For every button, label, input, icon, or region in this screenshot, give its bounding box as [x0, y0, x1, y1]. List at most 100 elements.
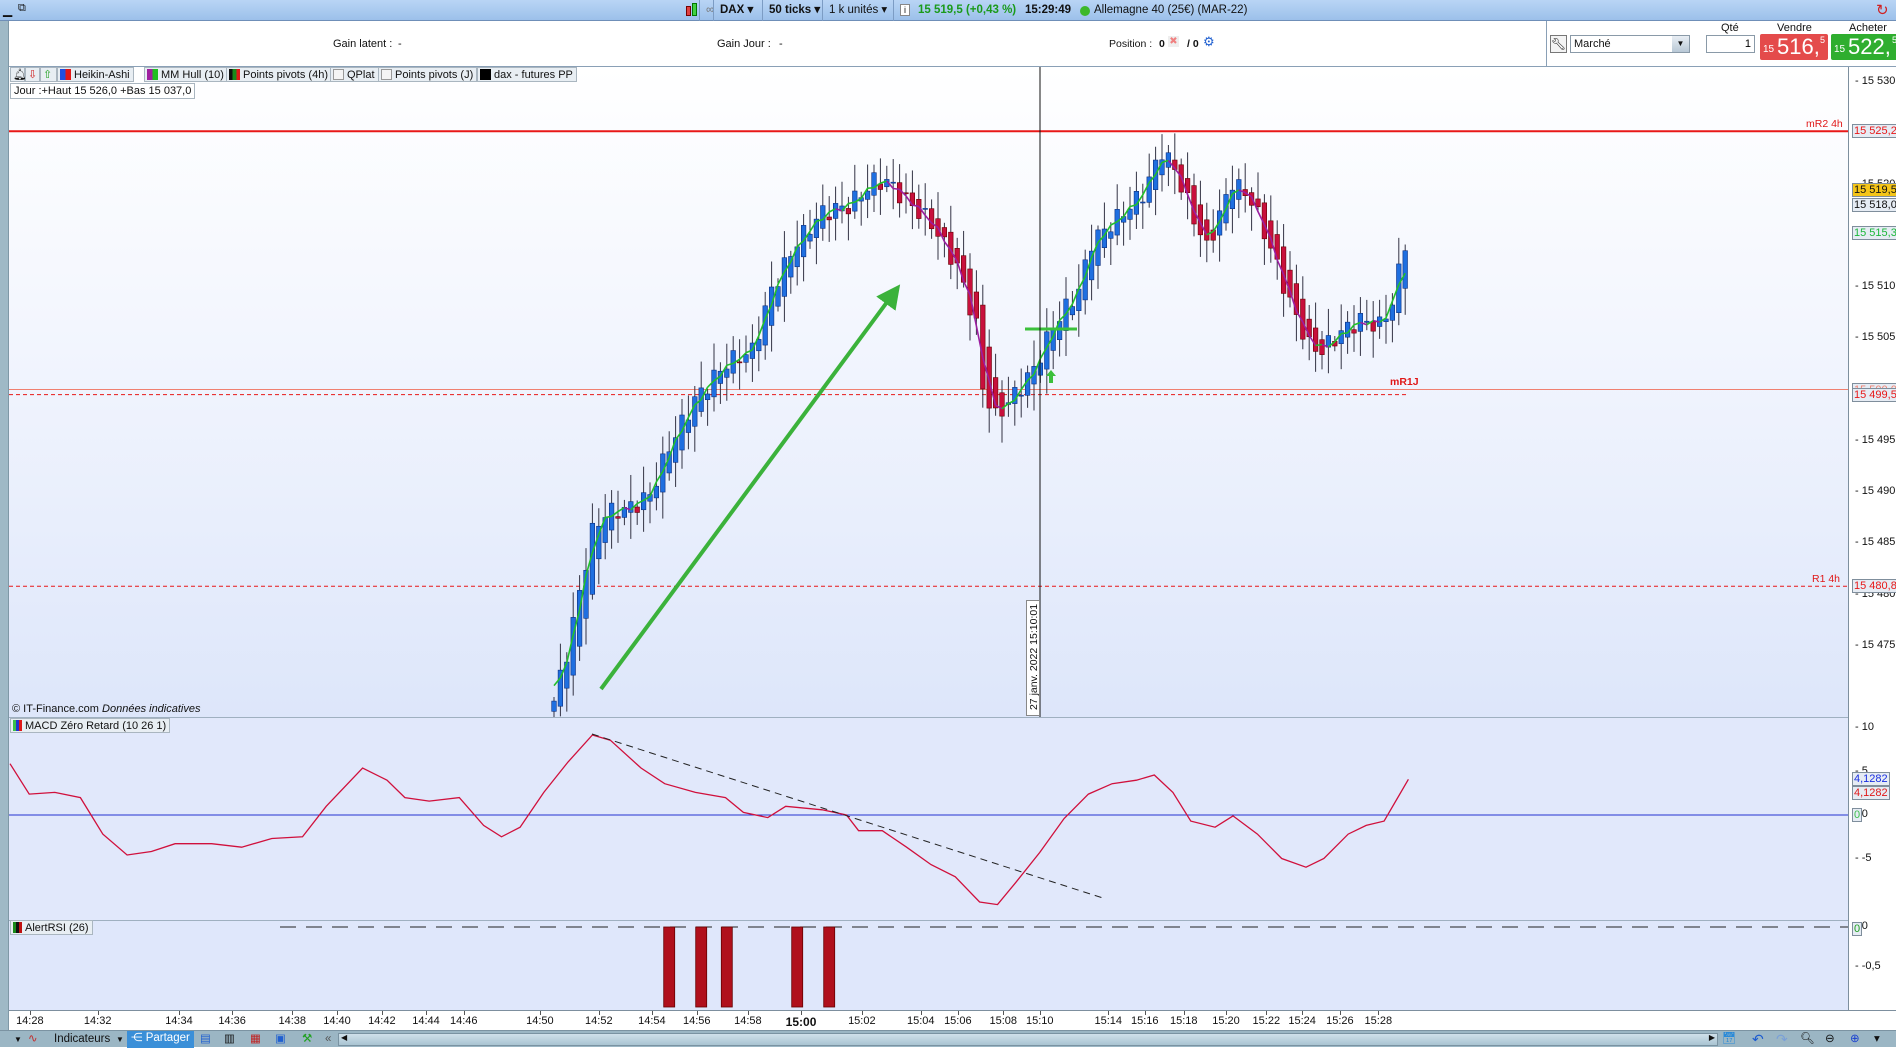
candle-down — [1256, 199, 1261, 207]
candle-up — [865, 191, 870, 199]
candle-down — [1205, 220, 1210, 240]
candle-up — [1339, 331, 1344, 344]
share-label: Partager — [146, 1032, 190, 1044]
candle-down — [737, 362, 742, 363]
macd-line — [10, 735, 1408, 905]
pivot-label: mR1J — [1390, 376, 1419, 388]
indicators-dropdown[interactable]: ▼ — [116, 1032, 124, 1047]
candle-up — [629, 502, 634, 513]
report-icon[interactable]: ▥ — [224, 1032, 235, 1047]
pivot-label: mR2 4h — [1806, 118, 1843, 130]
crosshair-date-text: 27 janv. 2022 15:10:01 — [1028, 600, 1040, 714]
candle-down — [846, 208, 851, 213]
candle-down — [1320, 340, 1325, 355]
sell-alert-icon[interactable]: ⇩ — [25, 67, 40, 82]
legend-label: MACD Zéro Retard (10 26 1) — [25, 720, 166, 732]
rsi-signal-bar — [696, 927, 707, 1007]
swatch-icon — [229, 69, 240, 80]
share-button[interactable]: ⋲ Partager — [127, 1031, 194, 1048]
legend-label: Heikin-Ashi — [74, 69, 130, 81]
candle-up — [833, 203, 838, 218]
candle-up — [923, 208, 928, 209]
candle-down — [1313, 328, 1318, 351]
legend-hull[interactable]: MM Hull (10) — [144, 67, 228, 82]
alert-bell-icon[interactable]: 🔔︎ — [10, 67, 25, 82]
trend-arrow — [601, 294, 893, 689]
undo-icon[interactable]: ↶ — [1752, 1032, 1764, 1047]
candle-up — [763, 306, 768, 345]
copyright-text: © IT-Finance.com — [12, 703, 99, 715]
candle-up — [808, 234, 813, 241]
crosshair-date-label: 27 janv. 2022 15:10:01 — [1026, 600, 1040, 716]
comment-icon[interactable]: ▤ — [200, 1032, 211, 1047]
tools-icon[interactable]: ⚒ — [302, 1032, 312, 1047]
candle-up — [1109, 232, 1114, 239]
indicators-button[interactable]: Indicateurs — [54, 1032, 110, 1047]
rsi-signal-bar — [664, 927, 675, 1007]
swatch-icon — [13, 720, 22, 731]
candle-down — [1352, 330, 1357, 333]
candle-up — [1403, 251, 1408, 289]
candle-down — [827, 217, 832, 220]
candle-up — [1128, 209, 1133, 219]
checkbox-icon — [333, 69, 344, 80]
rsi-signal-bar — [824, 927, 835, 1007]
candle-up — [693, 397, 698, 427]
hull-ma-segment — [893, 188, 899, 189]
orders-icon[interactable]: ▦ — [250, 1032, 261, 1047]
scroll-left-icon[interactable]: ◀ — [341, 1033, 347, 1042]
candle-up — [1141, 202, 1146, 203]
calendar-icon[interactable]: 📅︎ — [1722, 1032, 1737, 1047]
legend-label: AlertRSI (26) — [25, 922, 89, 934]
legend-qplat[interactable]: QPlat — [330, 67, 379, 82]
rsi-signal-bar — [721, 927, 732, 1007]
candle-down — [616, 517, 621, 519]
candle-up — [872, 173, 877, 196]
redo-icon[interactable]: ↷ — [1776, 1032, 1788, 1047]
legend-label: dax - futures PP — [494, 69, 573, 81]
legend-dax-futures-pp[interactable]: dax - futures PP — [477, 67, 577, 82]
legend-label: Points pivots (J) — [395, 69, 473, 81]
buy-alert-icon[interactable]: ⇧ — [40, 67, 57, 82]
candle-down — [635, 507, 640, 512]
more-icon[interactable]: ▾ — [1874, 1032, 1880, 1047]
legend-alertrsi[interactable]: AlertRSI (26) — [10, 920, 93, 935]
candle-up — [1237, 180, 1242, 200]
candle-up — [552, 701, 557, 711]
candle-up — [1365, 321, 1370, 322]
swatch-icon — [147, 69, 158, 80]
horizontal-scrollbar[interactable]: ◀ ▶ — [338, 1033, 1718, 1046]
candle-up — [654, 486, 659, 498]
compare-icon[interactable]: ▣ — [275, 1032, 286, 1047]
candle-up — [705, 394, 710, 400]
share-icon: ⋲ — [131, 1032, 143, 1044]
swatch-icon — [13, 922, 22, 933]
zoom-out-icon[interactable]: ⊖ — [1825, 1032, 1835, 1047]
day-range-info: Jour :+Haut 15 526,0 +Bas 15 037,0 — [10, 83, 195, 99]
legend-pivots-4h[interactable]: Points pivots (4h) — [226, 67, 332, 82]
candle-up — [725, 369, 730, 377]
indicators-icon: ∿ — [28, 1032, 38, 1047]
pivot-label: R1 4h — [1812, 573, 1840, 585]
disclaimer-text: Données indicatives — [102, 703, 200, 715]
zoom-fit-icon[interactable]: 🔍︎ — [1800, 1032, 1815, 1047]
legend-heikin-ashi[interactable]: Heikin-Ashi — [57, 67, 134, 82]
legend-label: QPlat — [347, 69, 375, 81]
candle-up — [744, 355, 749, 363]
candle-up — [1166, 153, 1171, 168]
up-arrow-icon — [1046, 370, 1056, 383]
candle-down — [1000, 393, 1005, 416]
bottom-toolbar: ▼ ∿ Indicateurs ▼ ⋲ Partager ▤ ▥ ▦ ▣ ⚒ «… — [0, 1030, 1896, 1047]
legend-pivots-j[interactable]: Points pivots (J) — [378, 67, 477, 82]
copyright: © IT-Finance.com Données indicatives — [12, 703, 200, 715]
scroll-right-icon[interactable]: ▶ — [1709, 1033, 1715, 1042]
chevron-down-icon[interactable]: ▼ — [14, 1032, 22, 1047]
collapse-icon[interactable]: « — [325, 1032, 331, 1047]
candle-down — [929, 209, 934, 229]
zoom-in-icon[interactable]: ⊕ — [1850, 1032, 1860, 1047]
candle-up — [1019, 395, 1024, 396]
candle-down — [1371, 322, 1376, 331]
legend-label: Points pivots (4h) — [243, 69, 328, 81]
legend-macd[interactable]: MACD Zéro Retard (10 26 1) — [10, 718, 170, 733]
candle-down — [897, 183, 902, 203]
